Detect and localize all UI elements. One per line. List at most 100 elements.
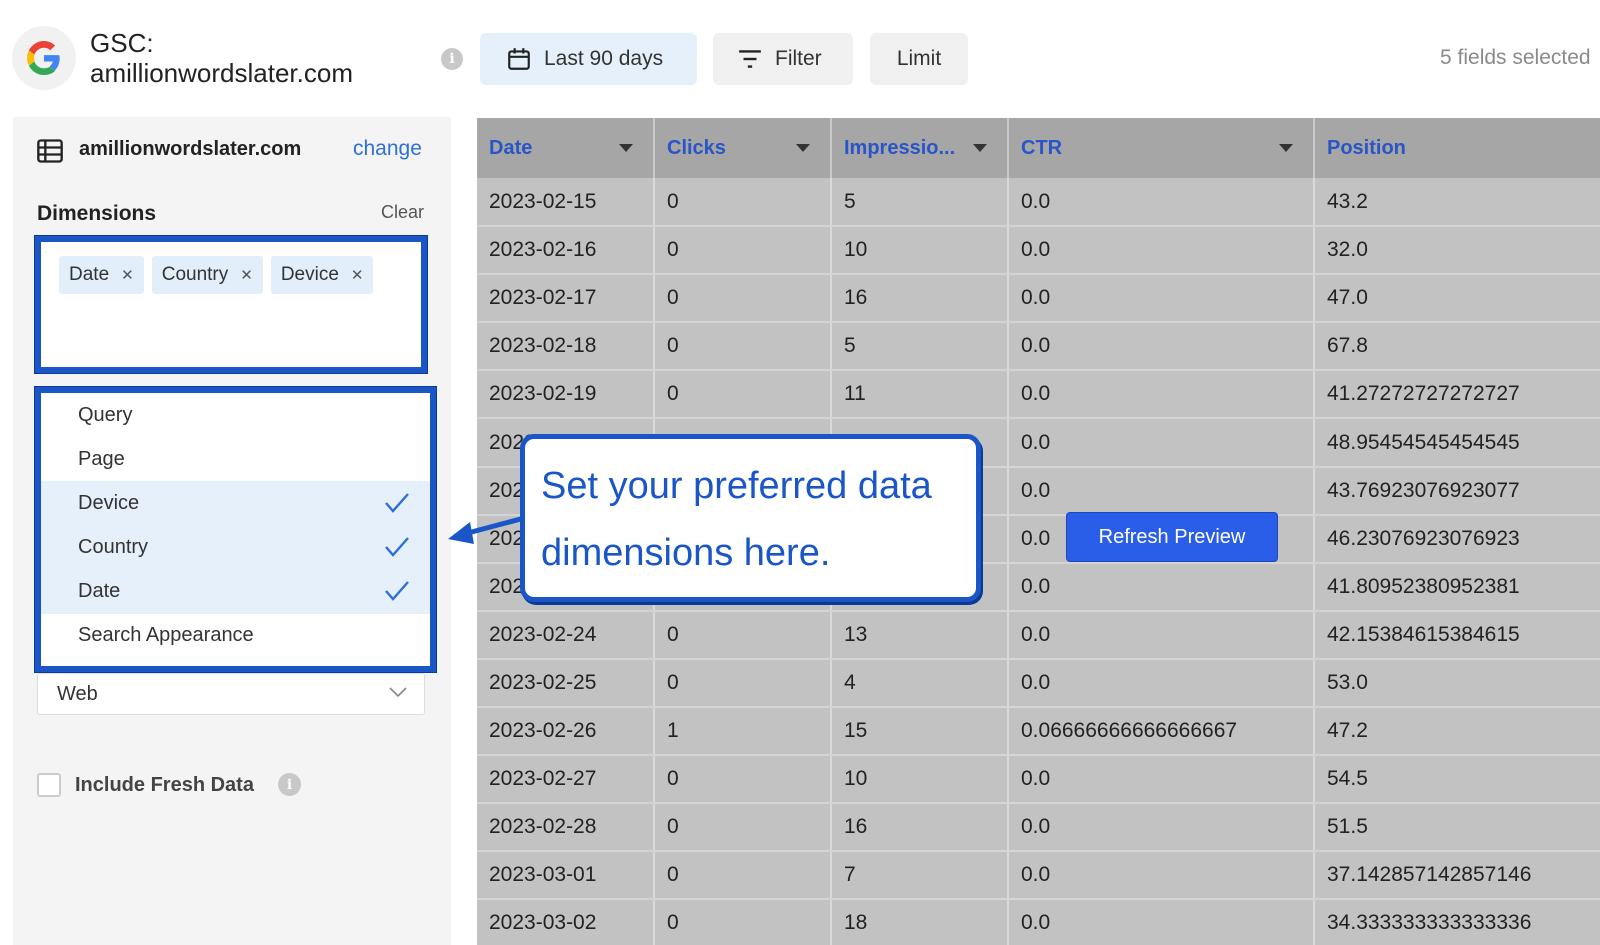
column-header-label: Impressio... <box>844 136 956 159</box>
close-icon[interactable]: ✕ <box>240 266 253 284</box>
include-fresh-data-checkbox[interactable] <box>37 773 61 797</box>
search-type-select[interactable]: Web <box>37 673 425 715</box>
table-cell: 0.0 <box>1008 851 1315 901</box>
column-header-label: Date <box>489 136 533 159</box>
table-cell: 0.0 <box>1008 178 1315 228</box>
table-cell: 0.0 <box>1008 658 1315 709</box>
close-icon[interactable]: ✕ <box>351 266 364 284</box>
option-label: Device <box>78 492 140 514</box>
clear-dimensions-button[interactable]: Clear <box>381 202 424 223</box>
search-type-value: Web <box>57 682 98 705</box>
column-header-impressions[interactable]: Impressio... <box>831 118 1009 178</box>
table-header-row: Date Clicks Impressio... CTR Position <box>477 118 1600 178</box>
dropdown-option-date[interactable]: Date <box>41 569 430 614</box>
table-cell: 2023-02-24 <box>477 610 655 660</box>
option-label: Date <box>78 580 121 602</box>
sort-caret-icon[interactable] <box>1279 144 1293 152</box>
limit-label: Limit <box>896 47 942 70</box>
dropdown-option-page[interactable]: Page <box>41 437 430 482</box>
table-cell: 53.0 <box>1314 658 1600 709</box>
date-range-button[interactable]: Last 90 days <box>480 33 697 85</box>
column-header-date[interactable]: Date <box>477 118 655 178</box>
table-cell: 47.0 <box>1314 274 1600 324</box>
table-cell: 16 <box>831 274 1009 324</box>
table-cell: 0.0 <box>1008 803 1315 853</box>
table-cell: 47.2 <box>1314 707 1600 757</box>
app-window: GSC: amillionwordslater.com i Last 90 da… <box>0 0 1600 945</box>
close-icon[interactable]: ✕ <box>121 266 134 284</box>
table-cell: 4 <box>831 658 1009 709</box>
table-row: 2023-02-16 0 10 0.0 32.0 <box>477 226 1600 276</box>
dropdown-option-country[interactable]: Country <box>41 525 430 570</box>
refresh-preview-button[interactable]: Refresh Preview <box>1066 512 1278 562</box>
table-cell: 34.333333333333336 <box>1314 899 1600 945</box>
option-label: Country <box>78 536 149 558</box>
dimension-chip-date: Date ✕ <box>59 256 144 294</box>
dimensions-label: Dimensions <box>37 202 157 225</box>
table-cell: 2023-02-26 <box>477 707 655 757</box>
chip-label: Date <box>69 264 110 285</box>
filter-button[interactable]: Filter <box>713 33 853 85</box>
table-row: 2023-02-26 1 15 0.06666666666666667 47.2 <box>477 707 1600 757</box>
table-cell: 0.0 <box>1008 418 1315 468</box>
table-cell: 2023-02-15 <box>477 178 655 228</box>
info-icon[interactable]: i <box>441 48 463 70</box>
change-source-link[interactable]: change <box>353 137 422 161</box>
table-cell: 2023-03-01 <box>477 851 655 901</box>
column-header-clicks[interactable]: Clicks <box>654 118 832 178</box>
option-label: Page <box>78 448 125 470</box>
sort-caret-icon[interactable] <box>973 144 987 152</box>
dropdown-option-device[interactable]: Device <box>41 481 430 526</box>
sort-caret-icon[interactable] <box>619 144 633 152</box>
table-cell: 0 <box>654 274 832 324</box>
check-icon <box>385 537 409 557</box>
limit-button[interactable]: Limit <box>870 33 968 85</box>
info-icon[interactable]: i <box>278 773 301 796</box>
check-icon <box>385 581 409 601</box>
table-cell: 10 <box>831 755 1009 805</box>
table-cell: 2023-03-02 <box>477 899 655 945</box>
table-cell: 0 <box>654 370 832 420</box>
table-cell: 0.0 <box>1008 755 1315 805</box>
table-cell: 0.0 <box>1008 466 1315 516</box>
page-title-line2: amillionwordslater.com <box>90 58 353 88</box>
column-header-ctr[interactable]: CTR <box>1008 118 1315 178</box>
option-label: Search Appearance <box>78 624 254 646</box>
chip-label: Country <box>161 264 229 285</box>
column-header-label: Clicks <box>667 136 726 159</box>
table-cell: 54.5 <box>1314 755 1600 805</box>
dimensions-select[interactable]: Date ✕ Country ✕ Device ✕ <box>35 236 427 373</box>
callout-text: Set your preferred data dimensions here. <box>541 465 932 574</box>
table-cell: 67.8 <box>1314 322 1600 372</box>
table-icon <box>37 139 63 163</box>
table-cell: 0.0 <box>1008 610 1315 660</box>
table-cell: 32.0 <box>1314 226 1600 276</box>
table-row: 2023-02-17 0 16 0.0 47.0 <box>477 274 1600 324</box>
dimensions-dropdown: Query Page Device Country Date Search Ap… <box>35 387 436 672</box>
table-cell: 51.5 <box>1314 803 1600 853</box>
sort-caret-icon[interactable] <box>796 144 810 152</box>
table-cell: 10 <box>831 226 1009 276</box>
include-fresh-data-label: Include Fresh Data <box>75 774 254 796</box>
column-header-position[interactable]: Position <box>1314 118 1600 178</box>
table-cell: 15 <box>831 707 1009 757</box>
dropdown-option-search-appearance[interactable]: Search Appearance <box>41 613 430 658</box>
table-cell: 0 <box>654 803 832 853</box>
table-cell: 0 <box>654 899 832 945</box>
table-cell: 2023-02-19 <box>477 370 655 420</box>
table-cell: 0.0 <box>1008 274 1315 324</box>
column-header-label: Position <box>1327 136 1406 159</box>
page-title-line1: GSC: <box>90 28 154 58</box>
dropdown-option-query[interactable]: Query <box>41 393 430 438</box>
option-label: Query <box>78 404 133 426</box>
table-cell: 18 <box>831 899 1009 945</box>
table-cell: 0 <box>654 851 832 901</box>
table-row: 2023-02-24 0 13 0.0 42.15384615384615 <box>477 610 1600 660</box>
callout-annotation: Set your preferred data dimensions here. <box>520 434 981 602</box>
table-cell: 2023-02-17 <box>477 274 655 324</box>
table-cell: 48.95454545454545 <box>1314 418 1600 468</box>
table-cell: 46.23076923076923 <box>1314 514 1600 564</box>
table-cell: 2023-02-18 <box>477 322 655 372</box>
table-cell: 37.142857142857146 <box>1314 851 1600 901</box>
table-cell: 43.2 <box>1314 178 1600 228</box>
